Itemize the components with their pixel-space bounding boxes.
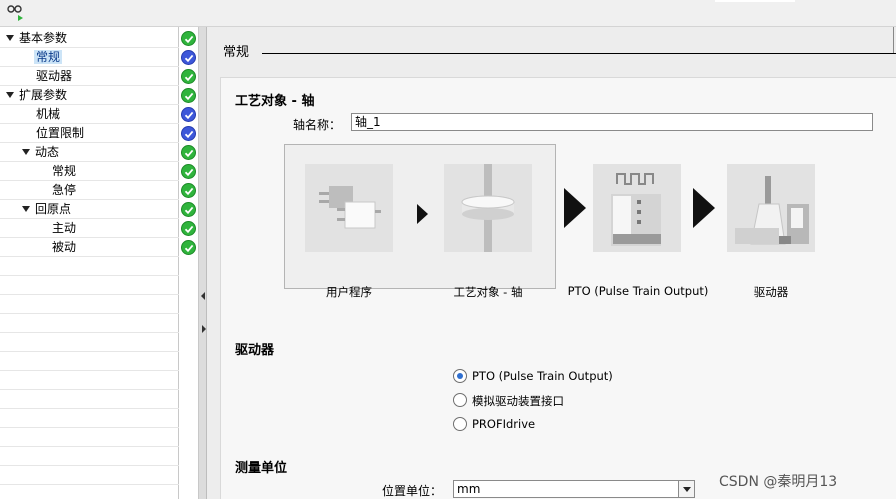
tree-item[interactable]: 机械 — [0, 105, 179, 124]
arrow-right-icon — [417, 204, 428, 224]
tree-item-label: 机械 — [36, 107, 61, 121]
status-ok-icon — [181, 183, 196, 198]
tech-object-label: 工艺对象 - 轴 — [453, 285, 523, 299]
tree-item-label: 位置限制 — [36, 126, 85, 140]
tree-item[interactable]: 基本参数 — [0, 29, 179, 48]
axis-name-input[interactable]: 轴_1 — [351, 113, 873, 131]
watermark: CSDN @秦明月13 — [719, 474, 838, 490]
tree-item[interactable]: 动态 — [0, 143, 179, 162]
expand-arrow-icon[interactable] — [6, 92, 14, 98]
tree-empty-row — [0, 485, 179, 499]
status-ok-icon — [181, 202, 196, 217]
tree-empty-row — [0, 352, 179, 371]
tree-empty-row — [0, 428, 179, 447]
expand-arrow-icon[interactable] — [6, 35, 14, 41]
tree-item-label: 驱动器 — [36, 69, 73, 83]
axis-name-label: 轴名称： — [293, 118, 342, 132]
main-content: 常规 工艺对象 - 轴 轴名称： 轴_1 用户程序 工艺对象 - 轴 PTO (… — [207, 27, 896, 499]
status-check-icon — [181, 50, 196, 65]
tree-empty-row — [0, 466, 179, 485]
expand-arrow-icon[interactable] — [22, 206, 30, 212]
drive-motor-icon — [735, 176, 809, 245]
position-unit-label: 位置单位： — [382, 484, 443, 498]
axis-disc-icon — [461, 164, 515, 252]
pulse-controller-icon — [611, 173, 661, 246]
settings-panel: 工艺对象 - 轴 轴名称： 轴_1 用户程序 工艺对象 - 轴 PTO (Pul… — [220, 77, 896, 499]
drive-option-label: PROFIdrive — [472, 417, 536, 431]
tree-item-label: 扩展参数 — [19, 88, 68, 102]
tree-item[interactable]: 驱动器 — [0, 67, 179, 86]
tree-empty-row — [0, 390, 179, 409]
tree-item[interactable]: 主动 — [0, 219, 179, 238]
drive-option-label: PTO (Pulse Train Output) — [472, 369, 613, 383]
tree-item[interactable]: 扩展参数 — [0, 86, 179, 105]
drive-label: 驱动器 — [753, 285, 789, 299]
status-ok-icon — [181, 88, 196, 103]
tree-item[interactable]: 位置限制 — [0, 124, 179, 143]
tree-item-label: 常规 — [34, 50, 63, 64]
glasses-play-icon[interactable] — [6, 3, 24, 23]
status-ok-icon — [181, 145, 196, 160]
status-ok-icon — [181, 164, 196, 179]
units-section-title: 测量单位 — [235, 461, 288, 476]
tree-item[interactable]: 急停 — [0, 181, 179, 200]
expand-right-icon[interactable] — [202, 325, 206, 333]
tree-item-label: 回原点 — [35, 202, 72, 216]
panel-splitter[interactable] — [199, 27, 207, 499]
status-ok-icon — [181, 221, 196, 236]
tree-item-label: 主动 — [52, 221, 77, 235]
position-unit-select[interactable]: mm — [453, 480, 695, 498]
status-ok-icon — [181, 31, 196, 46]
section-title: 常规 — [223, 45, 250, 60]
status-check-icon — [181, 107, 196, 122]
tech-object-node — [444, 164, 532, 252]
pto-label: PTO (Pulse Train Output) — [567, 284, 709, 298]
section-divider — [262, 53, 896, 54]
expand-arrow-icon[interactable] — [22, 149, 30, 155]
navigation-tree: 基本参数 常规 驱动器 扩展参数 机械 位置限制 动态 常规 急停 回原点 主动 被动 — [0, 27, 179, 499]
tree-item-label: 被动 — [52, 240, 77, 254]
tree-item-label: 基本参数 — [19, 31, 68, 45]
tree-empty-row — [0, 257, 179, 276]
dropdown-arrow-icon[interactable] — [678, 481, 694, 497]
position-unit-value: mm — [457, 482, 481, 496]
status-ok-icon — [181, 240, 196, 255]
arrow-right-large-icon-2 — [693, 188, 715, 228]
status-check-icon — [181, 126, 196, 141]
user-program-icon — [319, 186, 381, 229]
radio-button[interactable] — [453, 369, 467, 383]
tech-object-title: 工艺对象 - 轴 — [235, 94, 315, 109]
user-program-label: 用户程序 — [326, 285, 372, 299]
tree-empty-row — [0, 333, 179, 352]
tree-empty-row — [0, 409, 179, 428]
tree-item-label: 动态 — [35, 145, 60, 159]
tree-item-label: 急停 — [52, 183, 77, 197]
tree-empty-row — [0, 447, 179, 466]
tree-item[interactable]: 常规 — [0, 48, 179, 67]
tree-empty-row — [0, 276, 179, 295]
status-ok-icon — [181, 69, 196, 84]
pto-node — [593, 164, 681, 252]
tree-empty-row — [0, 314, 179, 333]
tree-item-label: 常规 — [52, 164, 77, 178]
drive-section-title: 驱动器 — [235, 343, 275, 358]
collapse-left-icon[interactable] — [201, 292, 205, 300]
tree-item[interactable]: 回原点 — [0, 200, 179, 219]
top-toolbar — [0, 0, 896, 27]
user-program-node — [305, 164, 393, 252]
tree-item[interactable]: 常规 — [0, 162, 179, 181]
drive-node — [727, 164, 815, 252]
status-column — [179, 27, 199, 499]
radio-button[interactable] — [453, 417, 467, 431]
radio-button[interactable] — [453, 393, 467, 407]
tree-empty-row — [0, 295, 179, 314]
arrow-right-large-icon — [564, 188, 586, 228]
tree-item[interactable]: 被动 — [0, 238, 179, 257]
tree-empty-row — [0, 371, 179, 390]
drive-option-label: 模拟驱动装置接口 — [472, 394, 564, 408]
toolbar-highlight — [715, 0, 795, 2]
